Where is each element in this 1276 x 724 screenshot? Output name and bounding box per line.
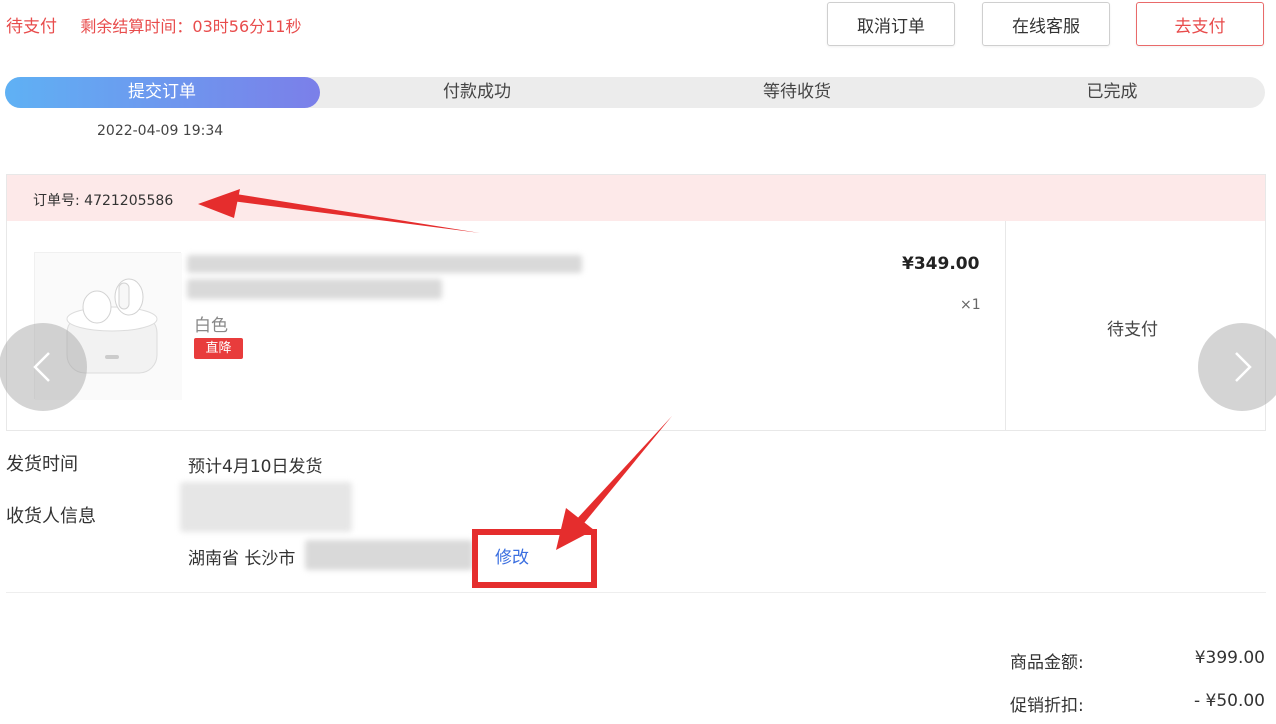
order-number: 订单号: 4721205586 (33, 193, 174, 209)
product-quantity: ×1 (960, 297, 981, 313)
step-completed: 已完成 (1086, 82, 1138, 102)
carousel-next-button[interactable] (1198, 323, 1276, 411)
pay-button[interactable]: 去支付 (1136, 2, 1264, 46)
status-text: 待支付 (6, 17, 57, 37)
order-header: 订单号: 4721205586 (7, 175, 1265, 221)
chevron-right-icon (1235, 352, 1252, 382)
goods-amount-label: 商品金额: (1010, 653, 1084, 673)
ship-time-label: 发货时间 (6, 454, 78, 475)
product-title-redacted (187, 255, 582, 273)
receiver-name-redacted (180, 482, 352, 532)
order-status-bar: 待支付 剩余结算时间：03时56分11秒 (6, 12, 302, 37)
highlight-box-annotation (472, 529, 597, 588)
step-submit-order: 提交订单 (128, 82, 196, 102)
step-payment-success: 付款成功 (443, 82, 511, 102)
order-progress-bar: 提交订单 付款成功 等待收货 已完成 (5, 77, 1265, 108)
customer-service-button[interactable]: 在线客服 (982, 2, 1110, 46)
discount-value: - ¥50.00 (1193, 691, 1265, 711)
product-price: ¥349.00 (902, 254, 980, 274)
product-variant: 白色 (194, 316, 228, 336)
discount-label: 促销折扣: (1010, 696, 1084, 716)
submit-time: 2022-04-09 19:34 (97, 123, 224, 139)
address-text: 湖南省 长沙市 (188, 549, 296, 569)
cancel-order-button[interactable]: 取消订单 (827, 2, 955, 46)
price-drop-badge: 直降 (194, 338, 243, 359)
step-awaiting-delivery: 等待收货 (763, 82, 831, 102)
order-payment-status: 待支付 (1107, 320, 1158, 340)
ship-time-value: 预计4月10日发货 (188, 457, 323, 477)
countdown-text: 剩余结算时间：03时56分11秒 (80, 17, 302, 36)
goods-amount-value: ¥399.00 (1194, 648, 1265, 668)
product-subtitle-redacted (187, 279, 442, 299)
address-detail-redacted (305, 540, 473, 570)
carousel-prev-button[interactable] (0, 323, 87, 411)
column-divider (1005, 221, 1006, 431)
receiver-label: 收货人信息 (6, 506, 96, 527)
section-divider (6, 592, 1266, 593)
chevron-left-icon (33, 352, 50, 382)
order-card: 订单号: 4721205586 白色 直降 ¥349.00 ×1 待支付 (6, 174, 1266, 431)
